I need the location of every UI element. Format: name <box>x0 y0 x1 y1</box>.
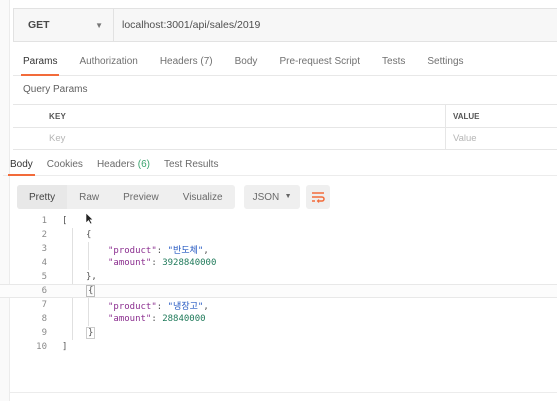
line-number: 10 <box>36 342 47 352</box>
preview-button[interactable]: Preview <box>111 185 171 209</box>
divider <box>10 392 557 393</box>
method-select[interactable]: GET ▼ <box>14 9 114 41</box>
tab-settings[interactable]: Settings <box>417 56 473 75</box>
code-line: 4 "amount": 3928840000 <box>0 256 557 270</box>
tab-test-results-label: Test Results <box>163 159 219 170</box>
column-divider <box>445 105 446 127</box>
params-empty-row: Key Value <box>13 127 557 150</box>
json-number: 3928840000 <box>162 258 217 268</box>
json-string: "냉장고" <box>167 301 204 312</box>
tab-cookies[interactable]: Cookies <box>40 154 90 175</box>
code-text: "product": "냉장고", <box>108 301 209 312</box>
response-toolbar: Pretty Raw Preview Visualize JSON ▼ <box>17 185 330 209</box>
tab-test-results[interactable]: Test Results <box>157 154 225 175</box>
request-tabs: Params Authorization Headers (7) Body Pr… <box>13 50 557 76</box>
tab-response-body-label: Body <box>10 159 33 170</box>
method-label: GET <box>28 19 50 31</box>
code-line: 1 [ <box>0 214 557 228</box>
brace: }, <box>86 272 97 282</box>
code-text: { <box>86 285 96 297</box>
wrap-lines-icon <box>311 192 325 203</box>
code-text: "amount": 28840000 <box>108 314 206 324</box>
format-label: JSON <box>252 191 280 203</box>
line-number: 7 <box>41 300 47 310</box>
brace: { <box>86 230 92 240</box>
tab-body[interactable]: Body <box>225 56 268 75</box>
code-line: 7 "product": "냉장고", <box>0 298 557 312</box>
code-line: 10 ] <box>0 340 557 354</box>
headers-count-badge: (6) <box>137 159 150 170</box>
line-number: 6 <box>41 286 47 296</box>
code-line: 5 }, <box>0 270 557 284</box>
column-divider <box>445 128 446 149</box>
tab-cookies-label: Cookies <box>46 159 83 170</box>
mouse-pointer-icon <box>85 212 94 225</box>
json-key: "product" <box>108 301 157 312</box>
tab-response-headers[interactable]: Headers (6) <box>90 154 157 175</box>
code-text: { <box>86 230 91 240</box>
brace: { <box>88 286 94 296</box>
line-number: 1 <box>41 216 47 226</box>
code-line: 2 { <box>0 228 557 242</box>
brace: } <box>88 328 94 338</box>
json-key: "product" <box>108 245 157 256</box>
format-select[interactable]: JSON ▼ <box>243 185 300 209</box>
line-number: 4 <box>41 258 47 268</box>
tab-headers[interactable]: Headers (7) <box>150 56 223 75</box>
view-mode-group: Pretty Raw Preview Visualize <box>17 185 235 209</box>
code-text: "product": "반도체", <box>108 245 209 256</box>
code-line: 9 } <box>0 326 557 340</box>
value-input[interactable]: Value <box>453 133 477 144</box>
key-column-header: KEY <box>49 111 67 121</box>
code-line-active: 6 { <box>0 284 557 298</box>
line-number: 9 <box>41 328 47 338</box>
chevron-down-icon: ▼ <box>95 21 103 30</box>
tab-params[interactable]: Params <box>13 56 67 76</box>
line-number: 5 <box>41 272 47 282</box>
value-column-header: VALUE <box>453 111 480 121</box>
params-table: KEY VALUE Key Value <box>13 104 557 150</box>
response-tabs: Body Cookies Headers (6) Test Results <box>3 154 557 176</box>
tab-authorization[interactable]: Authorization <box>69 56 147 75</box>
bracket: [ <box>62 216 68 226</box>
json-string: "반도체" <box>167 245 204 256</box>
json-key: "amount" <box>108 314 152 324</box>
tab-response-body[interactable]: Body <box>3 154 40 176</box>
response-body-code[interactable]: 1 [ 2 { 3 "product": "반도체", 4 "amount": … <box>0 214 557 364</box>
code-text: } <box>86 327 96 339</box>
bracket: ] <box>62 342 68 352</box>
tab-tests[interactable]: Tests <box>372 56 415 75</box>
code-line: 3 "product": "반도체", <box>0 242 557 256</box>
visualize-button[interactable]: Visualize <box>171 185 235 209</box>
line-number: 2 <box>41 230 47 240</box>
tab-pre-request-script[interactable]: Pre-request Script <box>269 56 370 75</box>
code-text: [ <box>62 216 67 226</box>
request-bar: GET ▼ localhost:3001/api/sales/2019 <box>13 8 557 42</box>
pretty-button[interactable]: Pretty <box>17 185 68 209</box>
url-input[interactable]: localhost:3001/api/sales/2019 <box>114 19 260 31</box>
json-key: "amount" <box>108 258 152 268</box>
json-number: 28840000 <box>162 314 206 324</box>
params-header-row: KEY VALUE <box>13 104 557 127</box>
key-input[interactable]: Key <box>49 133 65 144</box>
query-params-title: Query Params <box>23 84 88 95</box>
tab-response-headers-label: Headers <box>96 159 135 170</box>
code-text: ] <box>62 342 67 352</box>
chevron-down-icon: ▼ <box>284 193 292 200</box>
code-line: 8 "amount": 28840000 <box>0 312 557 326</box>
raw-button[interactable]: Raw <box>67 185 111 209</box>
code-text: }, <box>86 272 97 282</box>
wrap-lines-button[interactable] <box>305 185 330 209</box>
code-text: "amount": 3928840000 <box>108 258 217 268</box>
line-number: 8 <box>41 314 47 324</box>
line-number: 3 <box>41 244 47 254</box>
